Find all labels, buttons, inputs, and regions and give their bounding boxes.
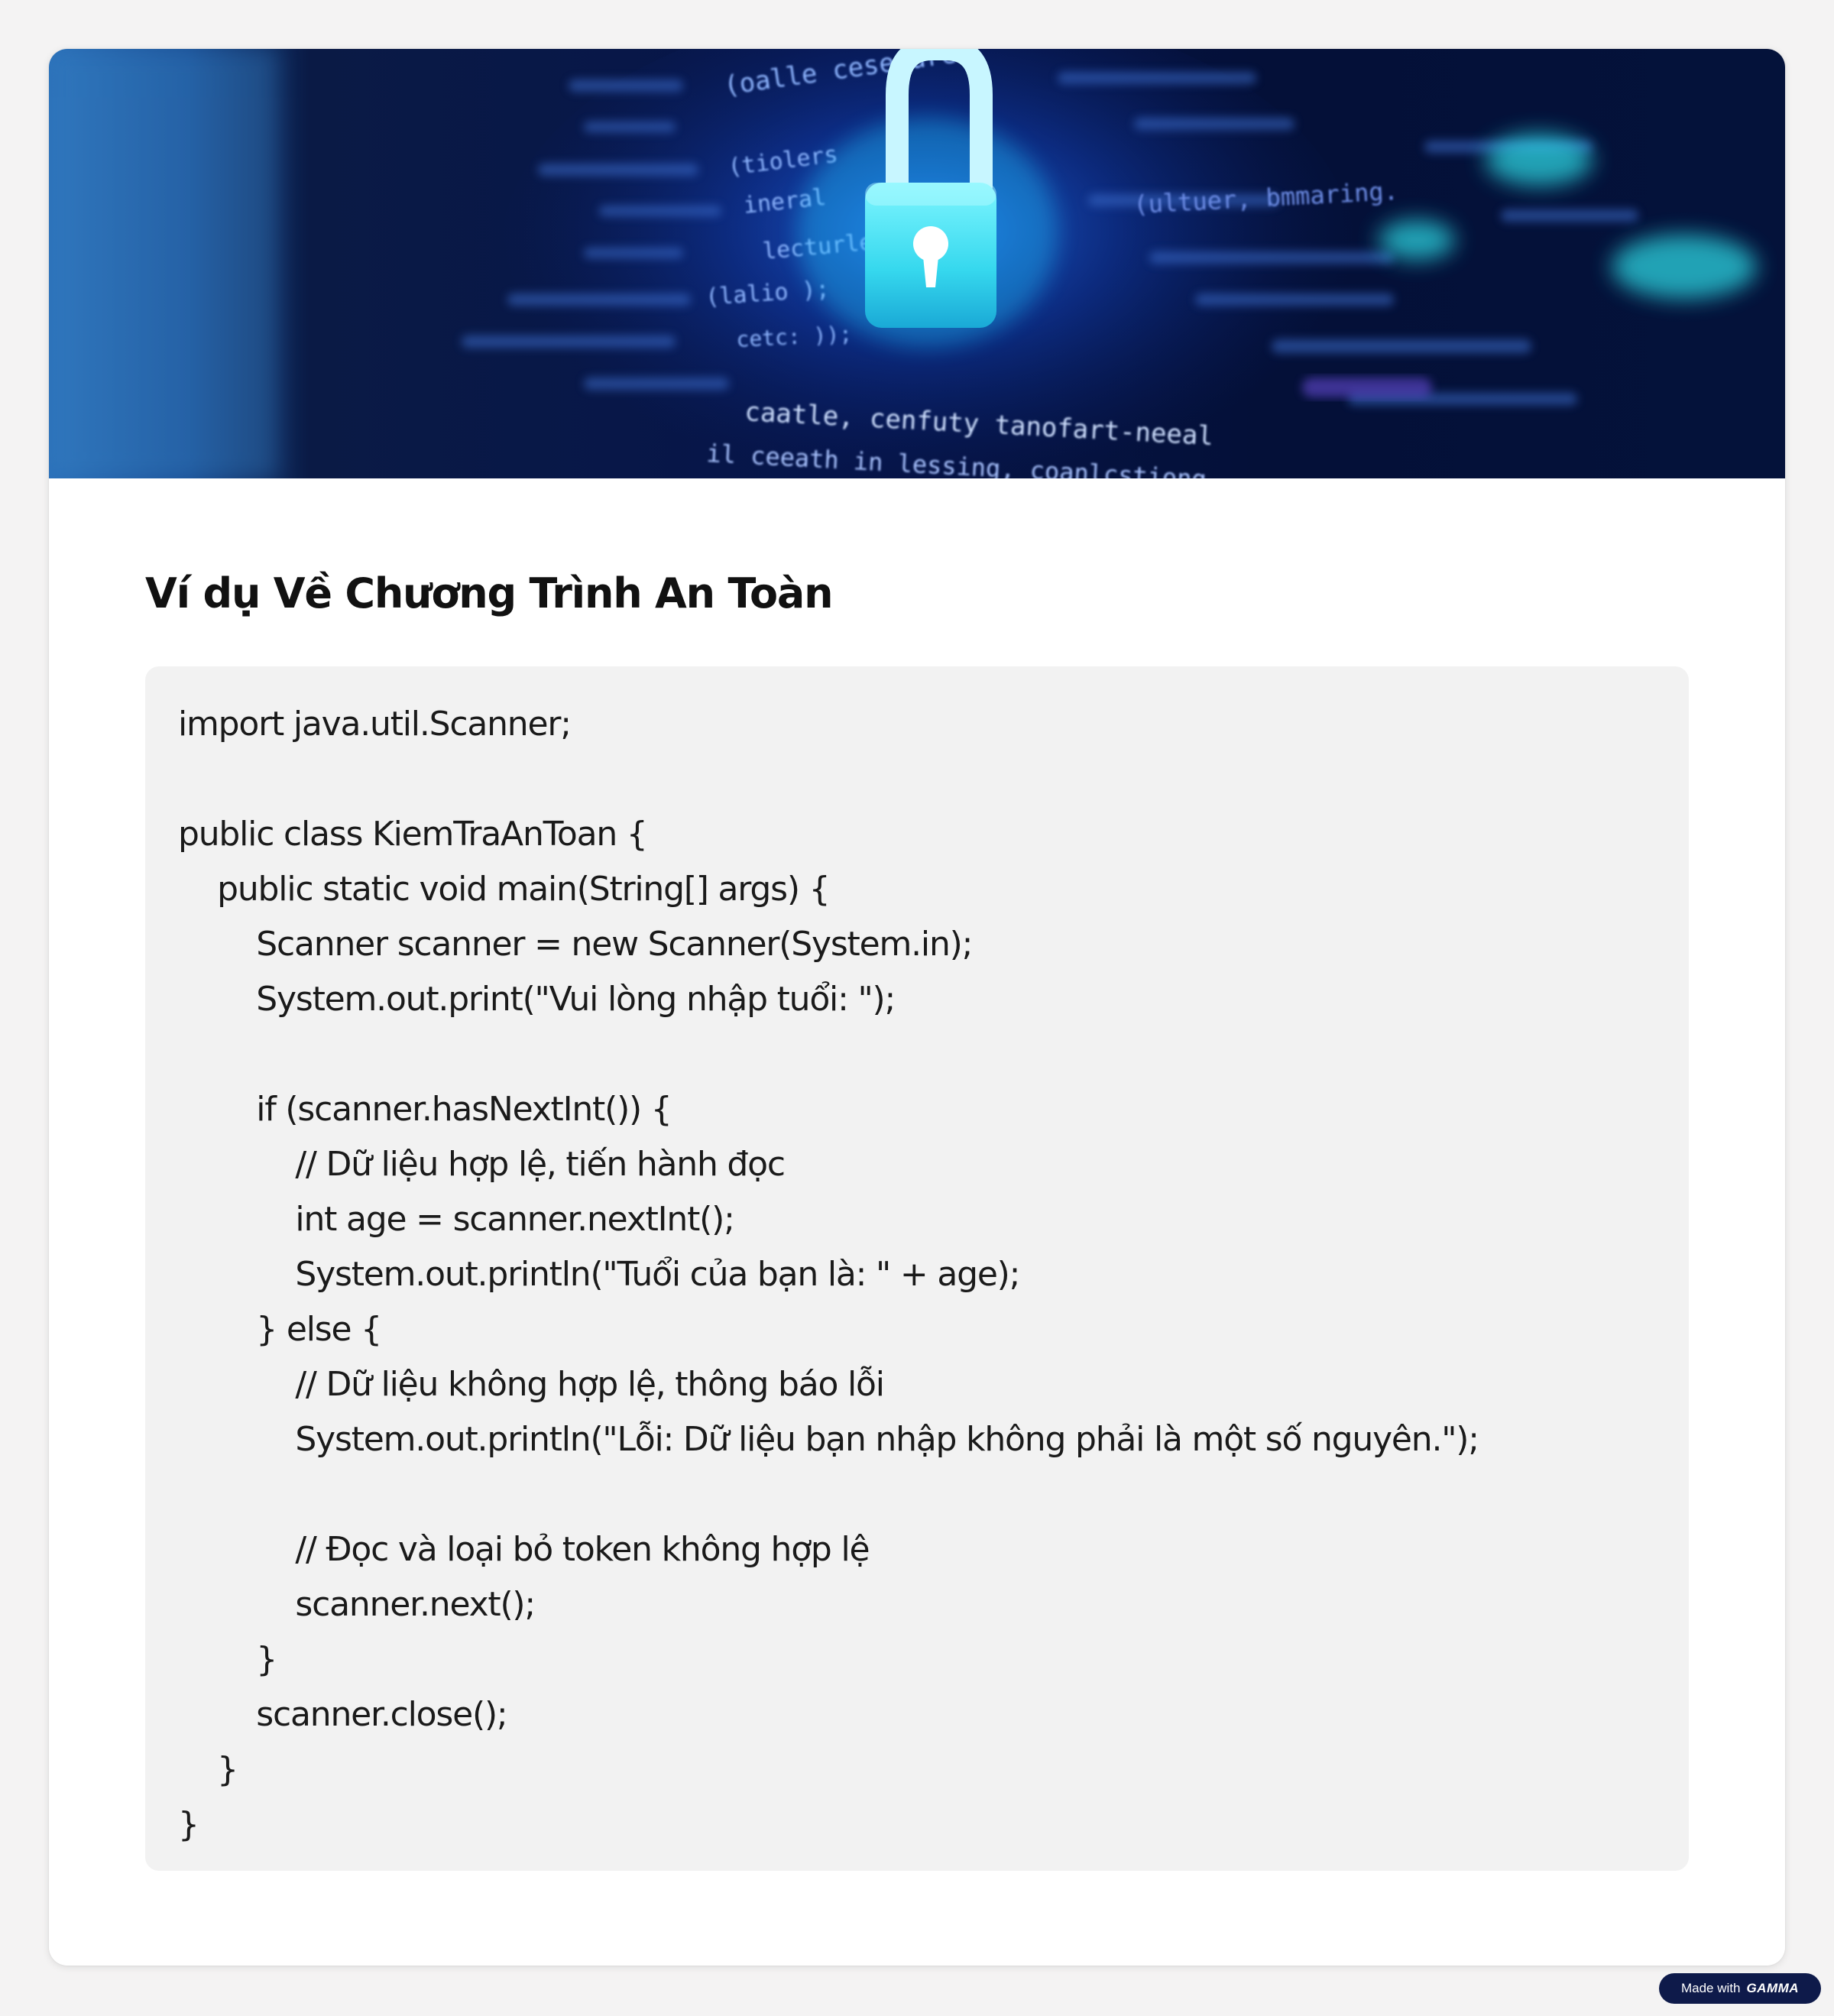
code-line: // Dữ liệu không hợp lệ, thông báo lỗi [178, 1365, 885, 1404]
code-line: System.out.print("Vui lòng nhập tuổi: ")… [178, 980, 896, 1019]
code-line: System.out.println("Lỗi: Dữ liệu bạn nhậ… [178, 1420, 1479, 1459]
code-line: public class KiemTraAnToan { [178, 815, 648, 854]
gamma-logo: GAMMA [1746, 1981, 1800, 1995]
badge-prefix: Made with [1680, 1981, 1741, 1995]
code-line: public static void main(String[] args) { [178, 870, 830, 909]
code-line: // Đọc và loại bỏ token không hợp lệ [178, 1530, 870, 1569]
code-line: if (scanner.hasNextInt()) { [178, 1090, 672, 1129]
slide-card: (oalle cesecure (tiolers ineral lecturle… [49, 49, 1785, 1966]
code-line: scanner.close(); [178, 1695, 507, 1734]
code-line: System.out.println("Tuổi của bạn là: " +… [178, 1255, 1020, 1294]
code-line: } [178, 1640, 277, 1679]
code-line: Scanner scanner = new Scanner(System.in)… [178, 925, 973, 964]
code-line: // Dữ liệu hợp lệ, tiến hành đọc [178, 1145, 786, 1184]
code-line: } else { [178, 1310, 382, 1349]
hero-image: (oalle cesecure (tiolers ineral lecturle… [49, 49, 1785, 478]
made-with-gamma-badge[interactable]: Made with GAMMA [1659, 1973, 1821, 2004]
slide-title: Ví dụ Về Chương Trình An Toàn [145, 569, 834, 617]
code-line: } [178, 1805, 199, 1844]
code-line: import java.util.Scanner; [178, 705, 572, 744]
code-line: scanner.next(); [178, 1585, 536, 1624]
code-block: import java.util.Scanner; public class K… [145, 666, 1689, 1871]
code-line: } [178, 1750, 238, 1789]
code-line: int age = scanner.nextInt(); [178, 1200, 734, 1239]
